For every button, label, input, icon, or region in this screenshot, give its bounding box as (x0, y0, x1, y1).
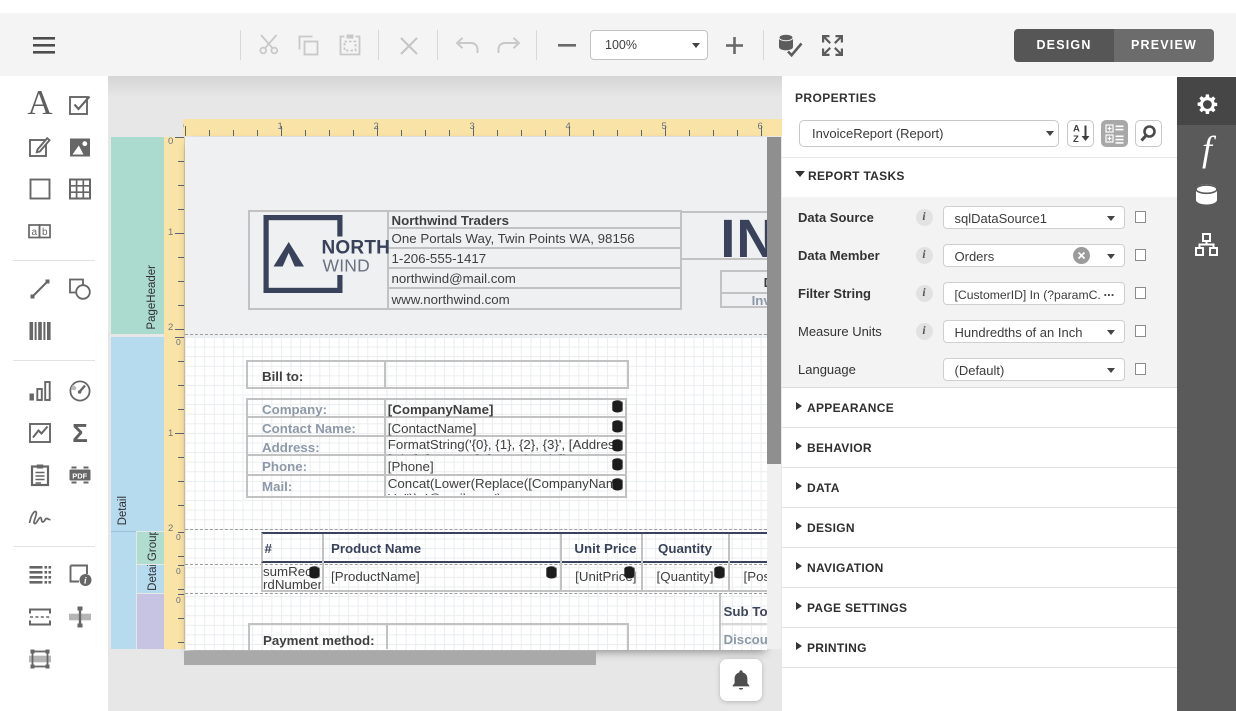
svg-text:a: a (32, 227, 38, 238)
svg-text:PDF: PDF (72, 471, 87, 480)
svg-text:i: i (84, 577, 87, 587)
svg-text:b: b (42, 227, 48, 238)
svg-text:Z: Z (1073, 134, 1079, 145)
svg-text:A: A (1073, 124, 1080, 135)
svg-text:WIND: WIND (322, 256, 369, 276)
